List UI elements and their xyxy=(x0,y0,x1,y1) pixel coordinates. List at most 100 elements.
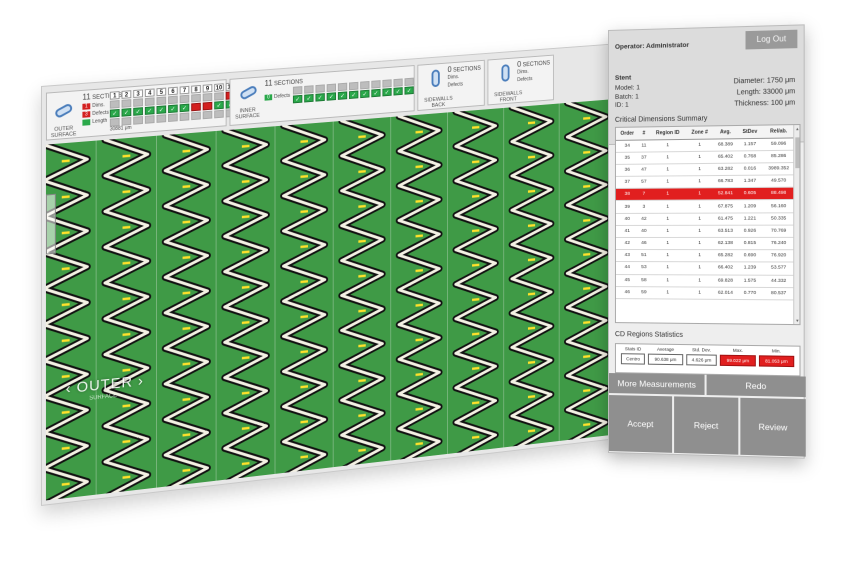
stent-icon xyxy=(432,69,440,87)
check-icon[interactable]: ✓ xyxy=(145,106,155,115)
section-cell[interactable] xyxy=(133,98,143,107)
scroll-down-icon[interactable]: ▼ xyxy=(795,318,799,323)
logout-button[interactable]: Log Out xyxy=(746,30,798,50)
cd-cell: 65.402 xyxy=(713,151,738,164)
table-row[interactable]: 39 3 1 1 67.875 1.209 56.160 xyxy=(616,200,795,213)
check-icon[interactable]: ✓ xyxy=(156,105,166,114)
measure-marker xyxy=(416,201,423,202)
zoom-slider[interactable] xyxy=(46,194,56,255)
section-cell[interactable] xyxy=(203,93,213,102)
cd-scrollbar[interactable]: ▲ ▼ xyxy=(793,125,799,324)
table-row[interactable]: 38 7 1 1 52.841 0.605 88.498 xyxy=(616,187,795,200)
check-icon[interactable]: ✓ xyxy=(122,108,132,117)
measure-marker xyxy=(583,254,590,255)
section-cell[interactable] xyxy=(191,103,201,112)
sidewalls-front-group[interactable]: 0 SECTIONS Dims. Defects SIDEWALLS FRONT xyxy=(487,55,553,106)
sidewalls-back-group[interactable]: 0 SECTIONS Dims. Defects SIDEWALLS BACK xyxy=(417,60,484,111)
check-icon[interactable]: ✓ xyxy=(371,89,380,97)
more-measurements-button[interactable]: More Measurements xyxy=(609,373,705,395)
section-header-4[interactable]: 4 xyxy=(145,88,155,97)
section-cell[interactable] xyxy=(203,111,213,120)
check-icon[interactable]: ✓ xyxy=(338,91,347,99)
check-icon[interactable]: ✓ xyxy=(110,109,120,118)
section-cell[interactable] xyxy=(360,81,369,89)
check-icon[interactable]: ✓ xyxy=(382,88,391,96)
table-row[interactable]: 40 42 1 1 61.475 1.221 50.335 xyxy=(616,212,795,225)
section-header-10[interactable]: 10 xyxy=(214,83,224,92)
section-cell[interactable] xyxy=(338,83,347,91)
section-cell[interactable] xyxy=(145,97,155,106)
reject-button[interactable]: Reject xyxy=(674,396,738,454)
section-cell[interactable] xyxy=(382,79,391,87)
check-icon[interactable]: ✓ xyxy=(393,87,402,95)
accept-button[interactable]: Accept xyxy=(609,395,672,453)
scroll-up-icon[interactable]: ▲ xyxy=(795,126,799,131)
section-cell[interactable] xyxy=(168,113,178,122)
check-icon[interactable]: ✓ xyxy=(360,90,369,98)
section-cell[interactable] xyxy=(327,84,336,92)
section-header-8[interactable]: 8 xyxy=(191,85,201,94)
section-cell[interactable] xyxy=(168,96,178,105)
review-button[interactable]: Review xyxy=(740,398,805,457)
section-cell[interactable] xyxy=(293,86,302,95)
table-row[interactable]: 43 51 1 1 65.282 0.690 76.920 xyxy=(616,250,795,263)
section-cell[interactable] xyxy=(110,100,120,109)
check-icon[interactable]: ✓ xyxy=(214,101,224,110)
table-row[interactable]: 46 59 1 1 62.014 0.770 80.537 xyxy=(616,286,795,300)
scroll-thumb[interactable] xyxy=(795,137,799,168)
section-cell[interactable] xyxy=(180,112,190,121)
section-header-9[interactable]: 9 xyxy=(203,84,213,93)
section-cell[interactable] xyxy=(203,102,213,111)
table-row[interactable]: 41 40 1 1 63.513 0.926 70.769 xyxy=(616,225,795,238)
table-row[interactable]: 45 58 1 1 69.828 1.575 44.332 xyxy=(616,274,795,287)
section-cell[interactable] xyxy=(191,94,201,103)
section-cell[interactable] xyxy=(122,99,132,108)
section-header-5[interactable]: 5 xyxy=(156,88,166,97)
inner-sections-grid[interactable]: ✓ ✓ ✓ ✓ ✓ ✓ ✓ ✓ ✓ ✓ ✓ xyxy=(293,78,415,104)
cd-summary-table-wrap[interactable]: Order # Region ID Zone # Avg. StDev Rel/ab. 34… xyxy=(615,124,801,325)
cd-stats-box: Stats ID Average Std. Dev. Max. Min. Centro 9… xyxy=(615,343,801,376)
section-cell[interactable] xyxy=(180,95,190,104)
measure-marker xyxy=(300,246,308,247)
redo-button[interactable]: Redo xyxy=(707,375,806,397)
check-icon[interactable]: ✓ xyxy=(293,95,302,104)
cd-cell: 62.138 xyxy=(713,237,738,249)
batch-value: Batch: 1 xyxy=(615,93,640,102)
cd-cell: 1.157 xyxy=(738,138,762,151)
section-header-6[interactable]: 6 xyxy=(168,87,178,96)
check-icon[interactable]: ✓ xyxy=(315,93,324,102)
cd-cell: 1 xyxy=(686,262,713,274)
measure-marker xyxy=(300,316,308,317)
table-row[interactable]: 42 46 1 1 62.138 0.815 76.240 xyxy=(616,237,795,249)
check-icon[interactable]: ✓ xyxy=(168,104,178,113)
section-cell[interactable] xyxy=(371,80,380,88)
section-cell[interactable] xyxy=(405,78,414,86)
section-cell[interactable] xyxy=(214,92,224,101)
section-cell[interactable] xyxy=(214,110,224,119)
measure-marker xyxy=(358,450,365,451)
section-cell[interactable] xyxy=(349,82,358,90)
section-cell[interactable] xyxy=(304,85,313,94)
check-icon[interactable]: ✓ xyxy=(180,104,190,113)
check-icon[interactable]: ✓ xyxy=(327,92,336,100)
check-icon[interactable]: ✓ xyxy=(133,107,143,116)
section-header-2[interactable]: 2 xyxy=(122,90,132,99)
section-cell[interactable] xyxy=(133,116,143,125)
outer-length-value: 30881 μm xyxy=(110,125,132,133)
outer-sections-grid[interactable]: 1234567891011✓✓✓✓✓✓✓✓✓ xyxy=(110,82,236,126)
section-cell[interactable] xyxy=(315,84,324,92)
section-cell[interactable] xyxy=(145,115,155,124)
cd-col-header: Order xyxy=(616,128,639,140)
check-icon[interactable]: ✓ xyxy=(304,94,313,103)
stent-image-view[interactable]: ‹ OUTER › SURFACE xyxy=(46,95,667,501)
section-cell[interactable] xyxy=(156,114,166,123)
check-icon[interactable]: ✓ xyxy=(349,91,358,99)
section-header-7[interactable]: 7 xyxy=(180,86,190,95)
section-header-3[interactable]: 3 xyxy=(133,89,143,98)
check-icon[interactable]: ✓ xyxy=(405,86,414,94)
section-cell[interactable] xyxy=(156,96,166,105)
section-cell[interactable] xyxy=(393,78,402,86)
section-cell[interactable] xyxy=(191,112,201,121)
table-row[interactable]: 44 53 1 1 66.402 1.239 53.577 xyxy=(616,262,795,275)
section-header-1[interactable]: 1 xyxy=(110,91,120,100)
